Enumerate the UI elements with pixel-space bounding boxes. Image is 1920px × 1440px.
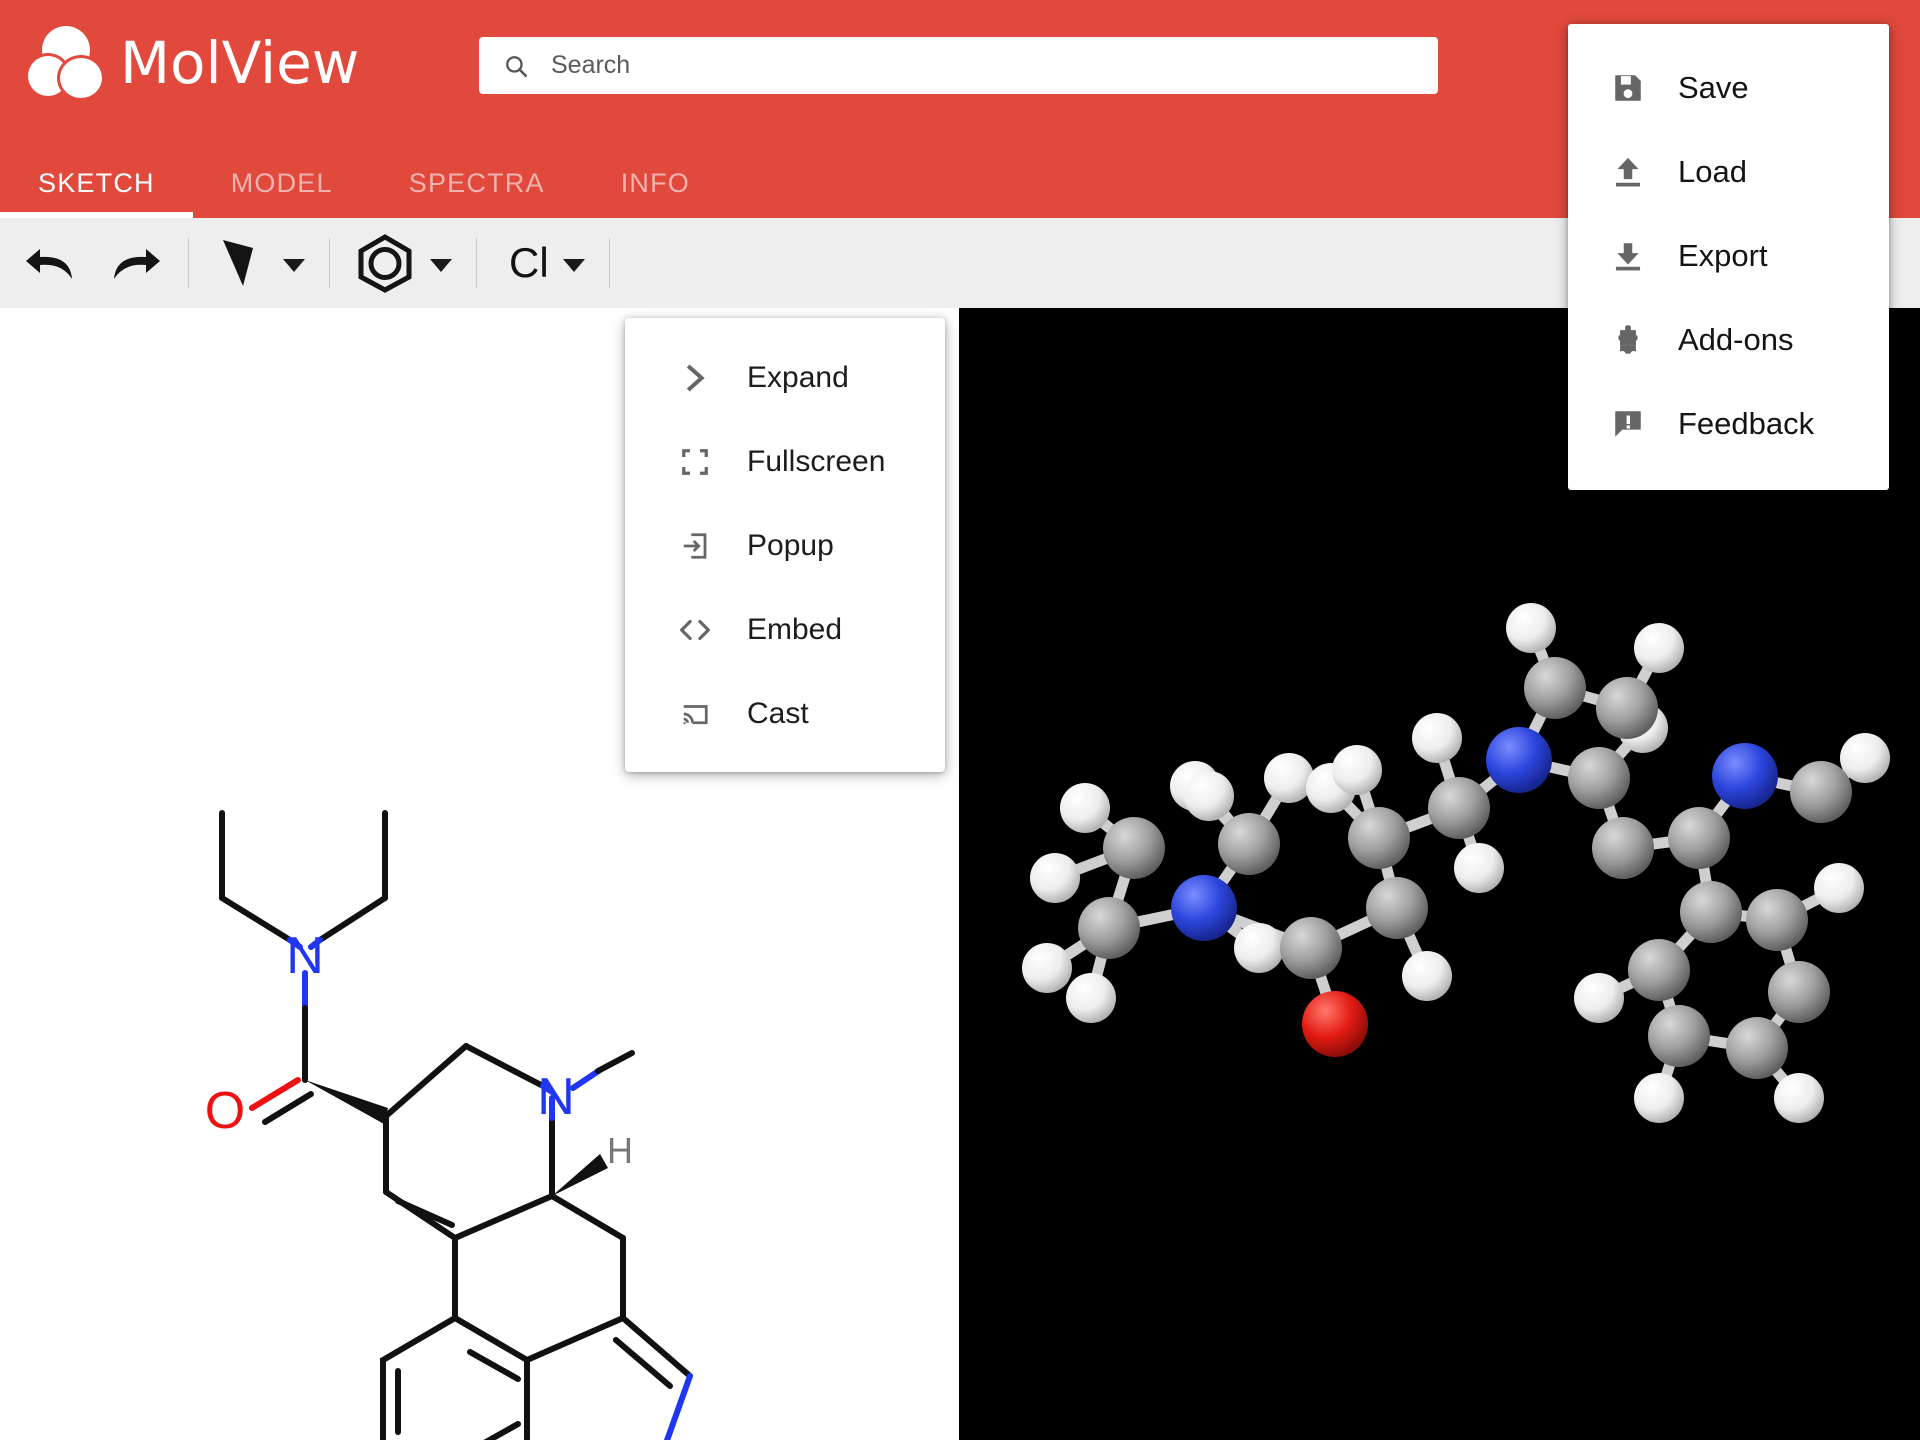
main-tabs: SKETCH MODEL SPECTRA INFO — [0, 148, 728, 218]
menu-item-feedback[interactable]: Feedback — [1568, 382, 1889, 466]
toolbar-divider — [188, 238, 189, 288]
puzzle-piece-icon — [1610, 322, 1646, 358]
toolbar-divider — [476, 238, 477, 288]
download-icon — [1610, 238, 1646, 274]
tab-label: SPECTRA — [408, 167, 545, 198]
atom-label-stereo-hydrogen: H — [607, 1130, 633, 1171]
menu-item-label: Fullscreen — [747, 445, 886, 478]
cast-icon — [677, 696, 713, 732]
atom-label-amide-nitrogen: N — [286, 927, 324, 985]
menu-item-label: Save — [1678, 70, 1749, 105]
molview-logo-icon — [26, 24, 104, 102]
menu-item-cast[interactable]: Cast — [625, 672, 945, 756]
chevron-down-icon[interactable] — [430, 258, 452, 272]
menu-item-label: Cast — [747, 697, 809, 730]
popup-icon — [677, 528, 713, 564]
undo-button[interactable] — [22, 239, 84, 287]
wedge-bond-hydrogen — [552, 1154, 608, 1196]
bond-tool-button[interactable] — [213, 234, 305, 292]
toolbar-divider — [329, 238, 330, 288]
tab-model[interactable]: MODEL — [193, 148, 371, 218]
menu-item-expand[interactable]: Expand — [625, 336, 945, 420]
oxygen-atom — [1302, 991, 1368, 1057]
menu-item-addons[interactable]: Add-ons — [1568, 298, 1889, 382]
benzene-icon — [354, 233, 416, 293]
menu-item-popup[interactable]: Popup — [625, 504, 945, 588]
chevron-down-icon[interactable] — [562, 258, 585, 272]
chevron-right-icon — [677, 360, 713, 396]
menu-item-embed[interactable]: Embed — [625, 588, 945, 672]
tab-label: SKETCH — [38, 167, 155, 198]
search-bar[interactable] — [479, 37, 1438, 94]
menu-item-label: Embed — [747, 613, 843, 646]
floppy-disk-icon — [1610, 70, 1646, 106]
fullscreen-icon — [677, 444, 713, 480]
atom-label-carbonyl-oxygen: O — [205, 1082, 245, 1140]
app-logo[interactable]: MolView — [26, 24, 359, 102]
redo-icon — [102, 239, 164, 287]
app-dropdown-menu: Save Load Export Add-ons Feedback — [1568, 24, 1889, 490]
bond-icon — [213, 234, 269, 292]
tab-info[interactable]: INFO — [583, 148, 728, 218]
ring-tool-button[interactable] — [354, 233, 452, 293]
feedback-icon — [1610, 406, 1646, 442]
menu-item-export[interactable]: Export — [1568, 214, 1889, 298]
toolbar-divider — [608, 238, 610, 288]
menu-item-save[interactable]: Save — [1568, 46, 1889, 130]
menu-item-label: Expand — [747, 361, 849, 394]
tab-spectra[interactable]: SPECTRA — [371, 148, 583, 218]
molview-app: MolView SKETCH MODEL SPECTRA INFO — [0, 0, 1920, 1440]
redo-button[interactable] — [102, 239, 164, 287]
atom-label-ring-nitrogen: N — [537, 1068, 575, 1126]
chevron-down-icon[interactable] — [283, 258, 305, 272]
menu-item-label: Load — [1678, 154, 1747, 189]
upload-icon — [1610, 154, 1646, 190]
atom-tool-label: Cl — [509, 239, 549, 286]
menu-item-label: Popup — [747, 529, 834, 562]
tab-label: MODEL — [230, 167, 333, 198]
menu-item-load[interactable]: Load — [1568, 130, 1889, 214]
app-title: MolView — [120, 29, 360, 97]
menu-item-fullscreen[interactable]: Fullscreen — [625, 420, 945, 504]
atom-tool-button[interactable]: Cl — [509, 242, 585, 284]
menu-item-label: Add-ons — [1678, 322, 1794, 357]
tab-sketch[interactable]: SKETCH — [0, 148, 193, 218]
menu-item-label: Export — [1678, 238, 1768, 273]
view-context-menu: Expand Fullscreen Popup Embed Cast — [625, 318, 945, 772]
code-brackets-icon — [677, 612, 713, 648]
search-input[interactable] — [551, 45, 1411, 86]
tab-label: INFO — [620, 167, 690, 198]
wedge-bond — [305, 1080, 388, 1124]
menu-item-label: Feedback — [1678, 406, 1815, 441]
undo-icon — [22, 239, 84, 287]
search-icon — [506, 55, 527, 77]
